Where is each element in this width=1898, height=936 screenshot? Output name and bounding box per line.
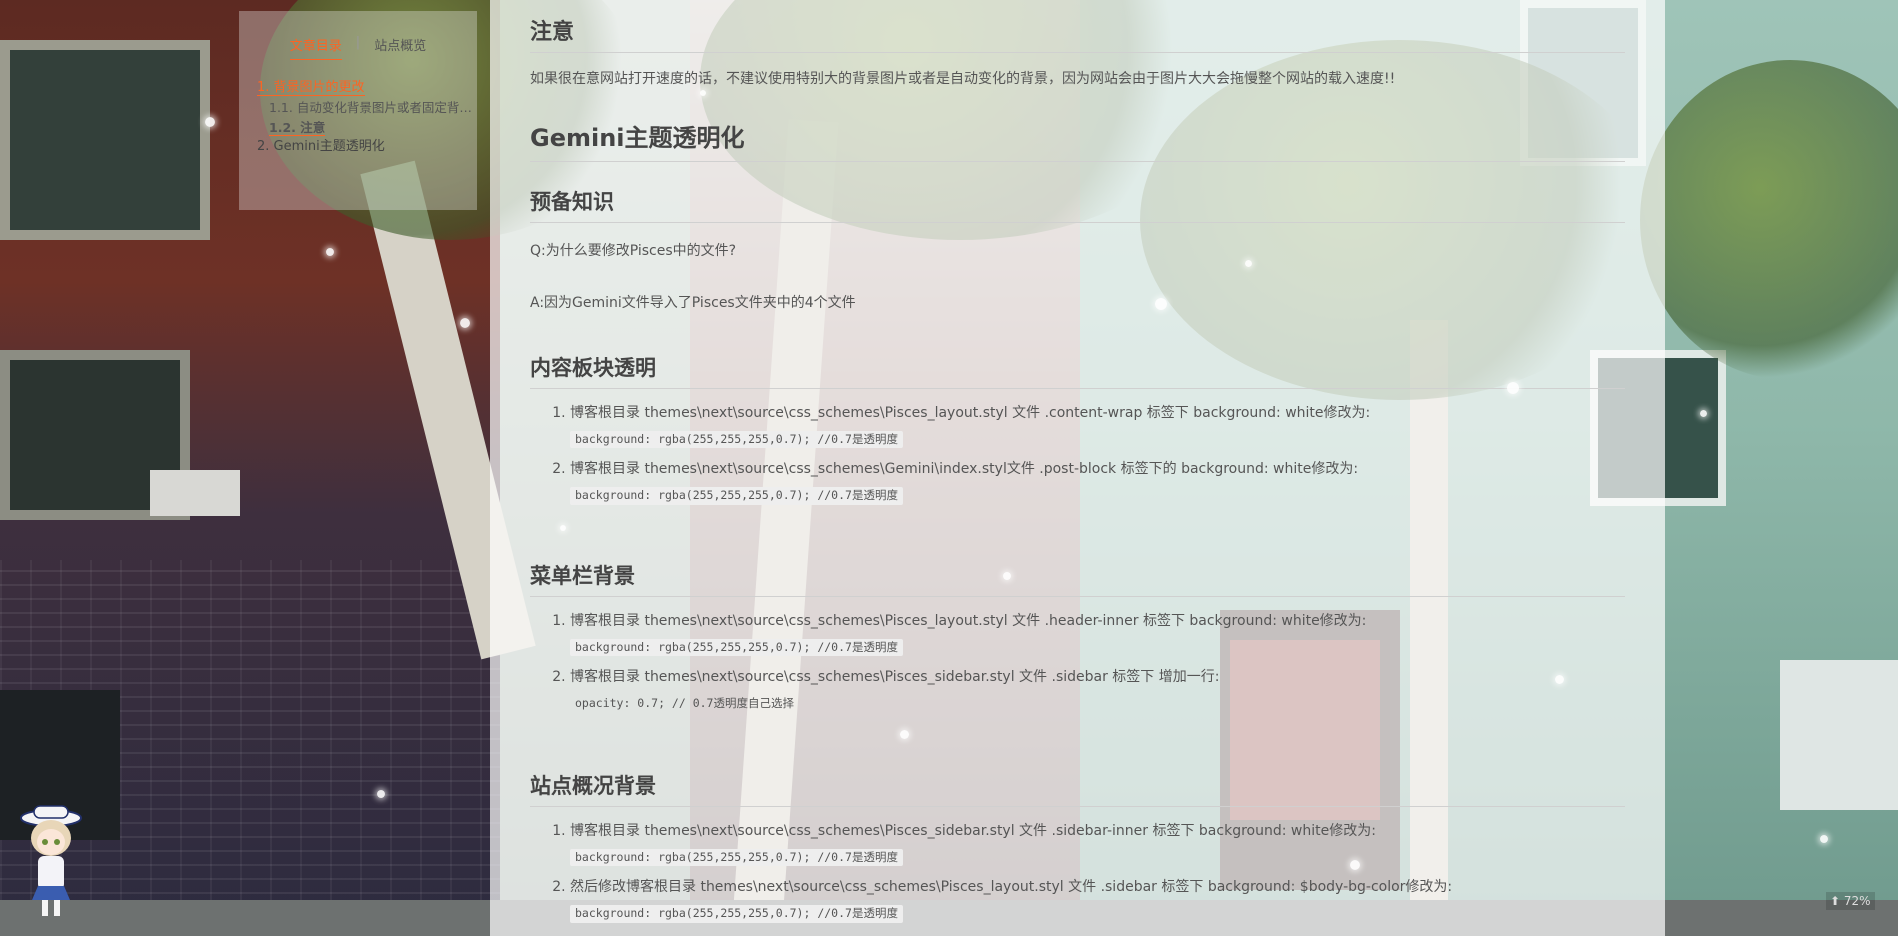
heading-gemini-transparency: Gemini主题透明化 — [530, 118, 1625, 162]
snowflake — [560, 525, 566, 531]
code-snippet: opacity: 0.7; // 0.7透明度自己选择 — [575, 696, 794, 711]
toc-item[interactable]: 1.2. 注意 — [257, 118, 479, 137]
code-snippet: background: rgba(255,255,255,0.7); //0.7… — [570, 638, 903, 657]
list-item: 博客根目录 themes\next\source\css_schemes\Pis… — [570, 404, 1370, 454]
site-background-steps: 博客根目录 themes\next\source\css_schemes\Pis… — [530, 822, 1452, 935]
toc-item[interactable]: 1.1. 自动变化背景图片或者固定背景图片 — [257, 98, 479, 117]
back-to-top-button[interactable]: ⬆ 72% — [1826, 892, 1875, 910]
list-item: 博客根目录 themes\next\source\css_schemes\Pis… — [570, 822, 1452, 872]
list-item: 博客根目录 themes\next\source\css_schemes\Pis… — [570, 612, 1366, 662]
code-snippet: background: rgba(255,255,255,0.7); //0.7… — [570, 487, 903, 505]
question-text: Q:为什么要修改Pisces中的文件? — [530, 243, 737, 259]
tab-site-overview[interactable]: 站点概览 — [374, 35, 426, 60]
toc-item-label: 1.2. 注意 — [269, 119, 326, 136]
snowflake — [205, 117, 215, 127]
snowflake — [1700, 410, 1707, 417]
sidebar-tabs: 文章目录 | 站点概览 — [239, 35, 477, 60]
tab-separator: | — [355, 35, 361, 50]
arrow-up-icon: ⬆ — [1830, 894, 1841, 908]
toc-item[interactable]: 1. 背景图片的更改 — [257, 78, 467, 98]
heading-content-block: 内容板块透明 — [530, 352, 1625, 389]
snowflake — [1003, 572, 1011, 580]
snowflake — [900, 730, 909, 739]
note-text: 如果很在意网站打开速度的话，不建议使用特别大的背景图片或者是自动变化的背景，因为… — [530, 71, 1396, 87]
heading-prerequisites: 预备知识 — [530, 186, 1625, 223]
snowflake — [377, 790, 385, 798]
tab-toc[interactable]: 文章目录 — [289, 35, 342, 60]
post-content: 注意 如果很在意网站打开速度的话，不建议使用特别大的背景图片或者是自动变化的背景… — [490, 0, 1665, 936]
snowflake — [326, 248, 334, 256]
heading-note: 注意 — [530, 14, 1625, 53]
step-text: 博客根目录 themes\next\source\css_schemes\Pis… — [570, 823, 1376, 839]
code-snippet: background: rgba(255,255,255,0.7); //0.7… — [570, 430, 903, 449]
window — [0, 40, 210, 240]
step-text: 博客根目录 themes\next\source\css_schemes\Pis… — [570, 669, 1220, 686]
list-item: 然后修改博客根目录 themes\next\source\css_schemes… — [570, 878, 1452, 928]
snowflake — [460, 318, 470, 328]
list-item: 博客根目录 themes\next\source\css_schemes\Pis… — [570, 668, 1366, 718]
snowflake — [1507, 382, 1519, 394]
step-text: 博客根目录 themes\next\source\css_schemes\Pis… — [570, 613, 1367, 629]
sidebar: 文章目录 | 站点概览 1. 背景图片的更改 1.1. 自动变化背景图片或者固定… — [239, 11, 479, 210]
step-text: 博客根目录 themes\next\source\css_schemes\Gem… — [570, 461, 1359, 478]
content-block-steps: 博客根目录 themes\next\source\css_schemes\Pis… — [530, 404, 1370, 517]
answer-text: A:因为Gemini文件导入了Pisces文件夹中的4个文件 — [530, 295, 856, 311]
list-item: 博客根目录 themes\next\source\css_schemes\Gem… — [570, 460, 1370, 510]
snowflake — [1155, 298, 1167, 310]
heading-site-overview-background: 站点概况背景 — [530, 770, 1625, 807]
toc-item-label: 1. 背景图片的更改 — [257, 80, 365, 96]
snowflake — [1350, 860, 1360, 870]
toc-item[interactable]: 2. Gemini主题透明化 — [257, 137, 467, 157]
utility-box — [1780, 660, 1898, 810]
air-conditioner — [150, 470, 240, 516]
code-snippet: background: rgba(255,255,255,0.7); //0.7… — [570, 848, 903, 867]
toc-item-label: 1.1. 自动变化背景图片或者固定背景图片 — [269, 100, 479, 116]
snowflake — [700, 90, 706, 96]
scroll-percent: 72% — [1843, 894, 1871, 908]
snowflake — [1555, 675, 1564, 684]
snowflake — [1245, 260, 1252, 267]
snowflake — [1820, 835, 1828, 843]
live2d-mascot[interactable] — [16, 800, 86, 920]
heading-menu-background: 菜单栏背景 — [530, 560, 1625, 597]
toc-item-label: 2. Gemini主题透明化 — [257, 138, 385, 154]
step-text: 博客根目录 themes\next\source\css_schemes\Pis… — [570, 405, 1371, 421]
table-of-contents: 1. 背景图片的更改 1.1. 自动变化背景图片或者固定背景图片 1.2. 注意… — [239, 78, 479, 157]
step-text: 然后修改博客根目录 themes\next\source\css_schemes… — [570, 879, 1453, 896]
menu-background-steps: 博客根目录 themes\next\source\css_schemes\Pis… — [530, 612, 1366, 725]
code-snippet: background: rgba(255,255,255,0.7); //0.7… — [570, 905, 903, 923]
